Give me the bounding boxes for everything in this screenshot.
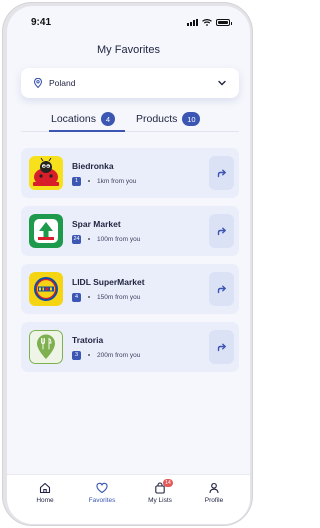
location-pin-icon bbox=[33, 78, 43, 88]
lidl-logo bbox=[29, 272, 63, 306]
home-icon bbox=[39, 482, 51, 494]
status-time: 9:41 bbox=[31, 17, 52, 28]
list-item-info: Biedronka 1 1km from you bbox=[72, 161, 209, 186]
restaurant-pin-logo bbox=[29, 330, 63, 364]
list-item-info: Spar Market 24 100m from you bbox=[72, 219, 209, 244]
tab-products-label: Products bbox=[136, 113, 178, 125]
country-select-value: Poland bbox=[49, 78, 76, 88]
status-bar: 9:41 bbox=[7, 16, 250, 32]
list-item[interactable]: Biedronka 1 1km from you bbox=[21, 148, 239, 198]
tab-locations-count: 4 bbox=[100, 112, 115, 126]
bottom-nav: Home Favorites 14 My Lists Profile bbox=[7, 474, 250, 524]
lists-count-badge: 14 bbox=[163, 479, 173, 487]
nav-favorites[interactable]: Favorites bbox=[77, 482, 127, 504]
share-arrow-icon bbox=[217, 285, 226, 294]
share-arrow-icon bbox=[217, 227, 226, 236]
tab-products[interactable]: Products 10 bbox=[136, 112, 201, 126]
nav-my-lists-label: My Lists bbox=[148, 497, 172, 504]
share-arrow-icon bbox=[217, 169, 226, 178]
nav-home[interactable]: Home bbox=[20, 482, 70, 504]
nav-favorites-label: Favorites bbox=[88, 497, 116, 504]
share-button[interactable] bbox=[209, 272, 234, 306]
tab-locations-label: Locations bbox=[51, 113, 96, 125]
store-distance: 1km from you bbox=[97, 177, 137, 185]
active-tab-indicator bbox=[49, 130, 125, 132]
list-item[interactable]: Spar Market 24 100m from you bbox=[21, 206, 239, 256]
tab-locations[interactable]: Locations 4 bbox=[51, 112, 115, 126]
signal-icon bbox=[187, 19, 198, 26]
nav-home-label: Home bbox=[36, 497, 54, 504]
country-select[interactable]: Poland bbox=[21, 68, 239, 98]
store-name: Biedronka bbox=[72, 160, 114, 171]
store-name: Spar Market bbox=[72, 218, 121, 229]
share-button[interactable] bbox=[209, 330, 234, 364]
nav-profile[interactable]: Profile bbox=[189, 482, 239, 504]
user-icon bbox=[209, 482, 219, 494]
battery-icon bbox=[216, 19, 232, 26]
wifi-icon bbox=[202, 19, 212, 26]
list-item[interactable]: LIDL SuperMarket 4 150m from you bbox=[21, 264, 239, 314]
chevron-down-icon bbox=[218, 80, 226, 86]
favorite-count-badge: 1 bbox=[72, 176, 81, 186]
list-item-info: LIDL SuperMarket 4 150m from you bbox=[72, 277, 209, 302]
biedronka-logo bbox=[29, 156, 63, 190]
page-title: My Favorites bbox=[97, 44, 160, 56]
tab-products-count: 10 bbox=[182, 112, 201, 126]
store-name: LIDL SuperMarket bbox=[72, 276, 145, 287]
store-meta: 1 1km from you bbox=[72, 176, 209, 186]
nav-my-lists[interactable]: 14 My Lists bbox=[135, 479, 185, 504]
favorite-count-badge: 24 bbox=[72, 234, 81, 244]
favorite-count-badge: 4 bbox=[72, 292, 81, 302]
share-button[interactable] bbox=[209, 214, 234, 248]
separator-dot bbox=[88, 296, 90, 298]
store-distance: 200m from you bbox=[97, 351, 141, 359]
store-distance: 100m from you bbox=[97, 235, 141, 243]
heart-icon bbox=[96, 482, 108, 494]
spar-logo bbox=[29, 214, 63, 248]
list-item-info: Tratoria 3 200m from you bbox=[72, 335, 209, 360]
app-screen: 9:41 My Favorites Poland Locations 4 Pro… bbox=[7, 6, 250, 524]
separator-dot bbox=[88, 354, 90, 356]
status-icons bbox=[187, 19, 232, 26]
store-name: Tratoria bbox=[72, 334, 104, 345]
store-meta: 4 150m from you bbox=[72, 292, 209, 302]
store-distance: 150m from you bbox=[97, 293, 141, 301]
store-meta: 24 100m from you bbox=[72, 234, 209, 244]
share-button[interactable] bbox=[209, 156, 234, 190]
list-item[interactable]: Tratoria 3 200m from you bbox=[21, 322, 239, 372]
phone-frame: 9:41 My Favorites Poland Locations 4 Pro… bbox=[2, 2, 253, 526]
separator-dot bbox=[88, 180, 90, 182]
share-arrow-icon bbox=[217, 343, 226, 352]
store-meta: 3 200m from you bbox=[72, 350, 209, 360]
favorite-count-badge: 3 bbox=[72, 350, 81, 360]
favorites-list: Biedronka 1 1km from you Spar Market 24 … bbox=[21, 148, 239, 380]
nav-profile-label: Profile bbox=[204, 497, 224, 504]
separator-dot bbox=[88, 238, 90, 240]
